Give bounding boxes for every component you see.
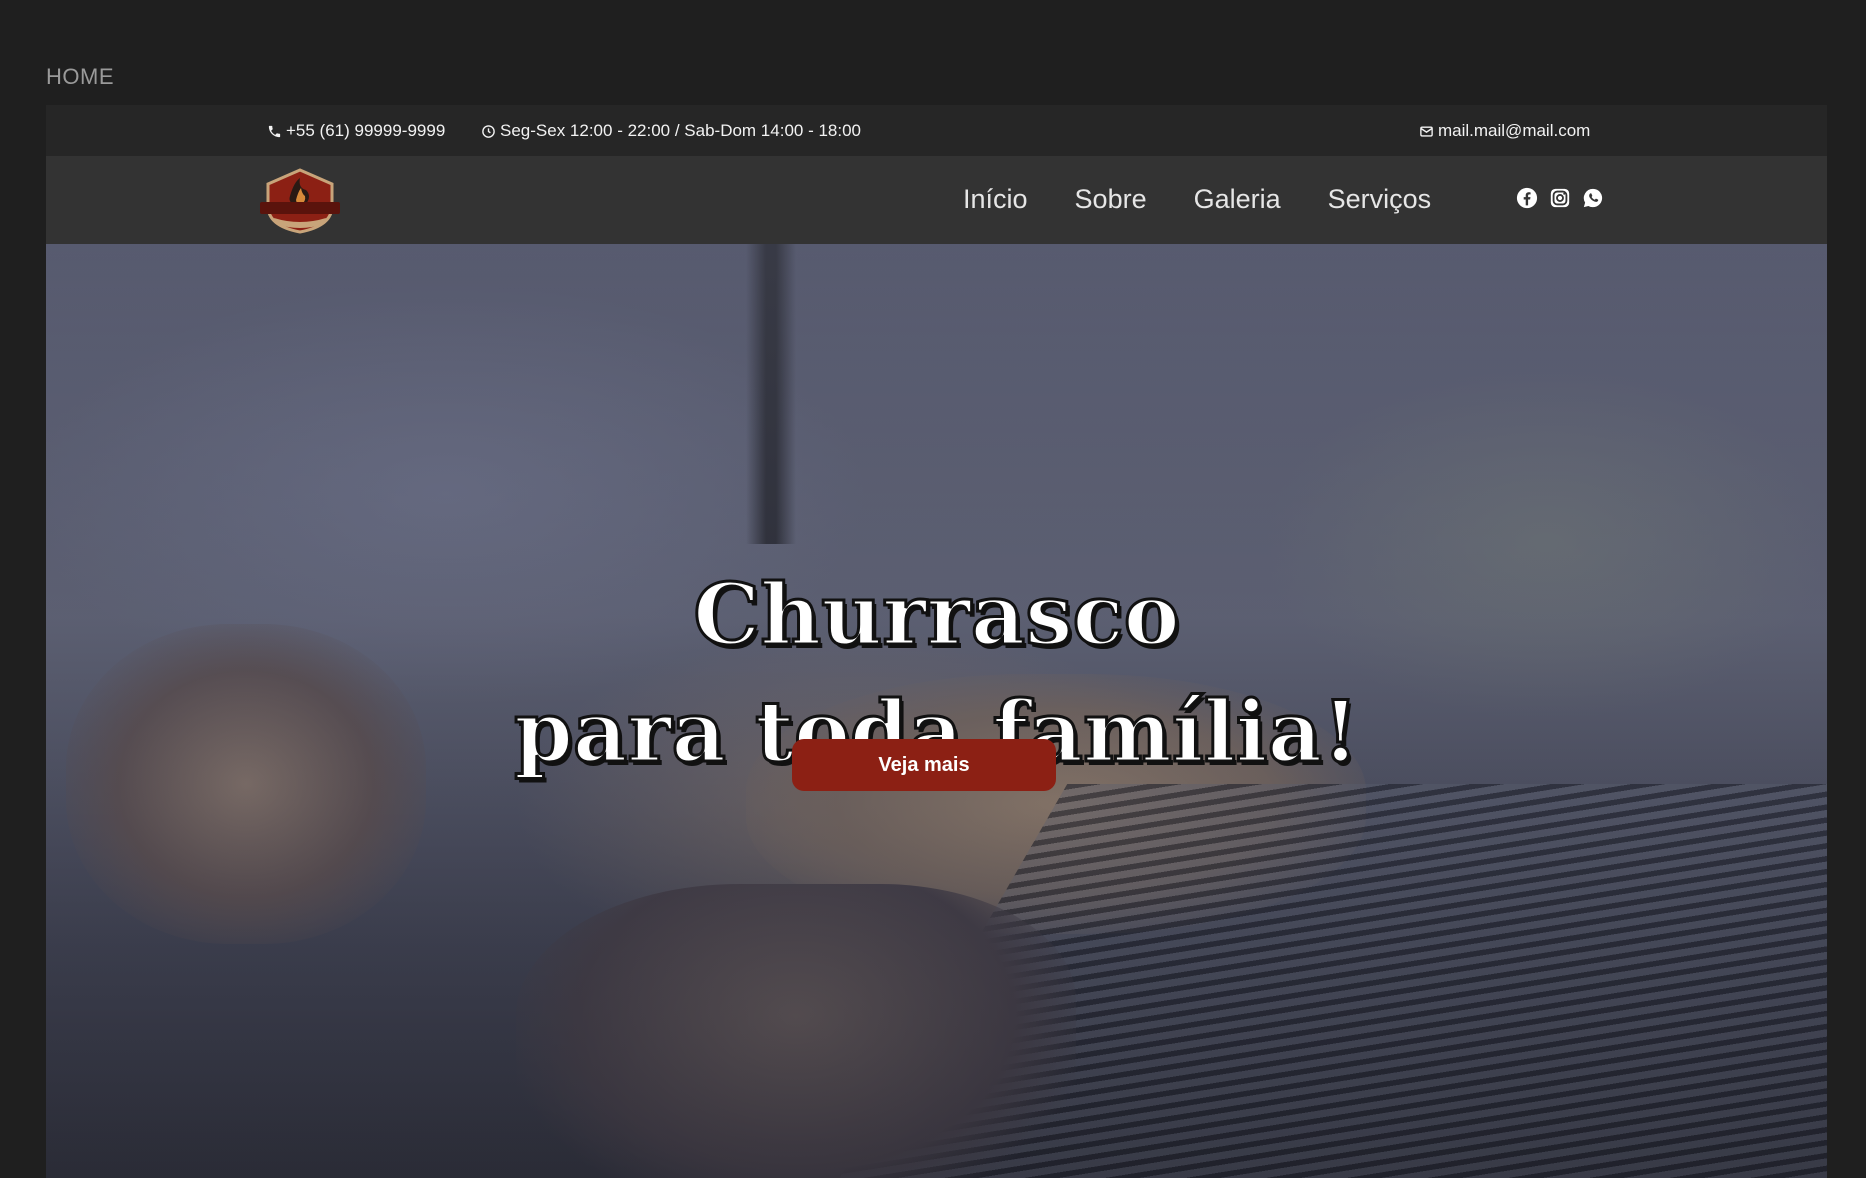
page-label: HOME xyxy=(46,64,114,89)
churrascos-ferreira-logo[interactable] xyxy=(260,166,340,234)
phone-icon xyxy=(268,125,281,137)
main-nav: Início Sobre Galeria Serviços xyxy=(963,184,1478,215)
clock-icon xyxy=(482,124,495,138)
mail-icon xyxy=(1420,125,1433,137)
instagram-icon[interactable] xyxy=(1549,187,1571,209)
website-frame: +55 (61) 99999-9999 Seg-Sex 12:00 - 22:0… xyxy=(46,105,1827,1178)
hours-info: Seg-Sex 12:00 - 22:00 / Sab-Dom 14:00 - … xyxy=(481,121,861,141)
nav-inicio[interactable]: Início xyxy=(963,184,1028,215)
veja-mais-button[interactable]: Veja mais xyxy=(792,739,1056,791)
nav-galeria[interactable]: Galeria xyxy=(1194,184,1281,215)
social-links xyxy=(1516,187,1604,209)
navbar: Início Sobre Galeria Serviços xyxy=(46,156,1827,244)
nav-sobre[interactable]: Sobre xyxy=(1075,184,1147,215)
phone-info: +55 (61) 99999-9999 xyxy=(267,121,445,141)
contact-bar: +55 (61) 99999-9999 Seg-Sex 12:00 - 22:0… xyxy=(46,105,1827,156)
phone-number: +55 (61) 99999-9999 xyxy=(286,121,446,140)
facebook-icon[interactable] xyxy=(1516,187,1538,209)
email-address[interactable]: mail.mail@mail.com xyxy=(1438,121,1590,141)
email-info[interactable]: mail.mail@mail.com xyxy=(1419,121,1590,141)
hero-title-line1: Churrasco xyxy=(692,565,1181,664)
whatsapp-icon[interactable] xyxy=(1582,187,1604,209)
opening-hours: Seg-Sex 12:00 - 22:00 / Sab-Dom 14:00 - … xyxy=(500,121,862,140)
nav-servicos[interactable]: Serviços xyxy=(1328,184,1432,215)
